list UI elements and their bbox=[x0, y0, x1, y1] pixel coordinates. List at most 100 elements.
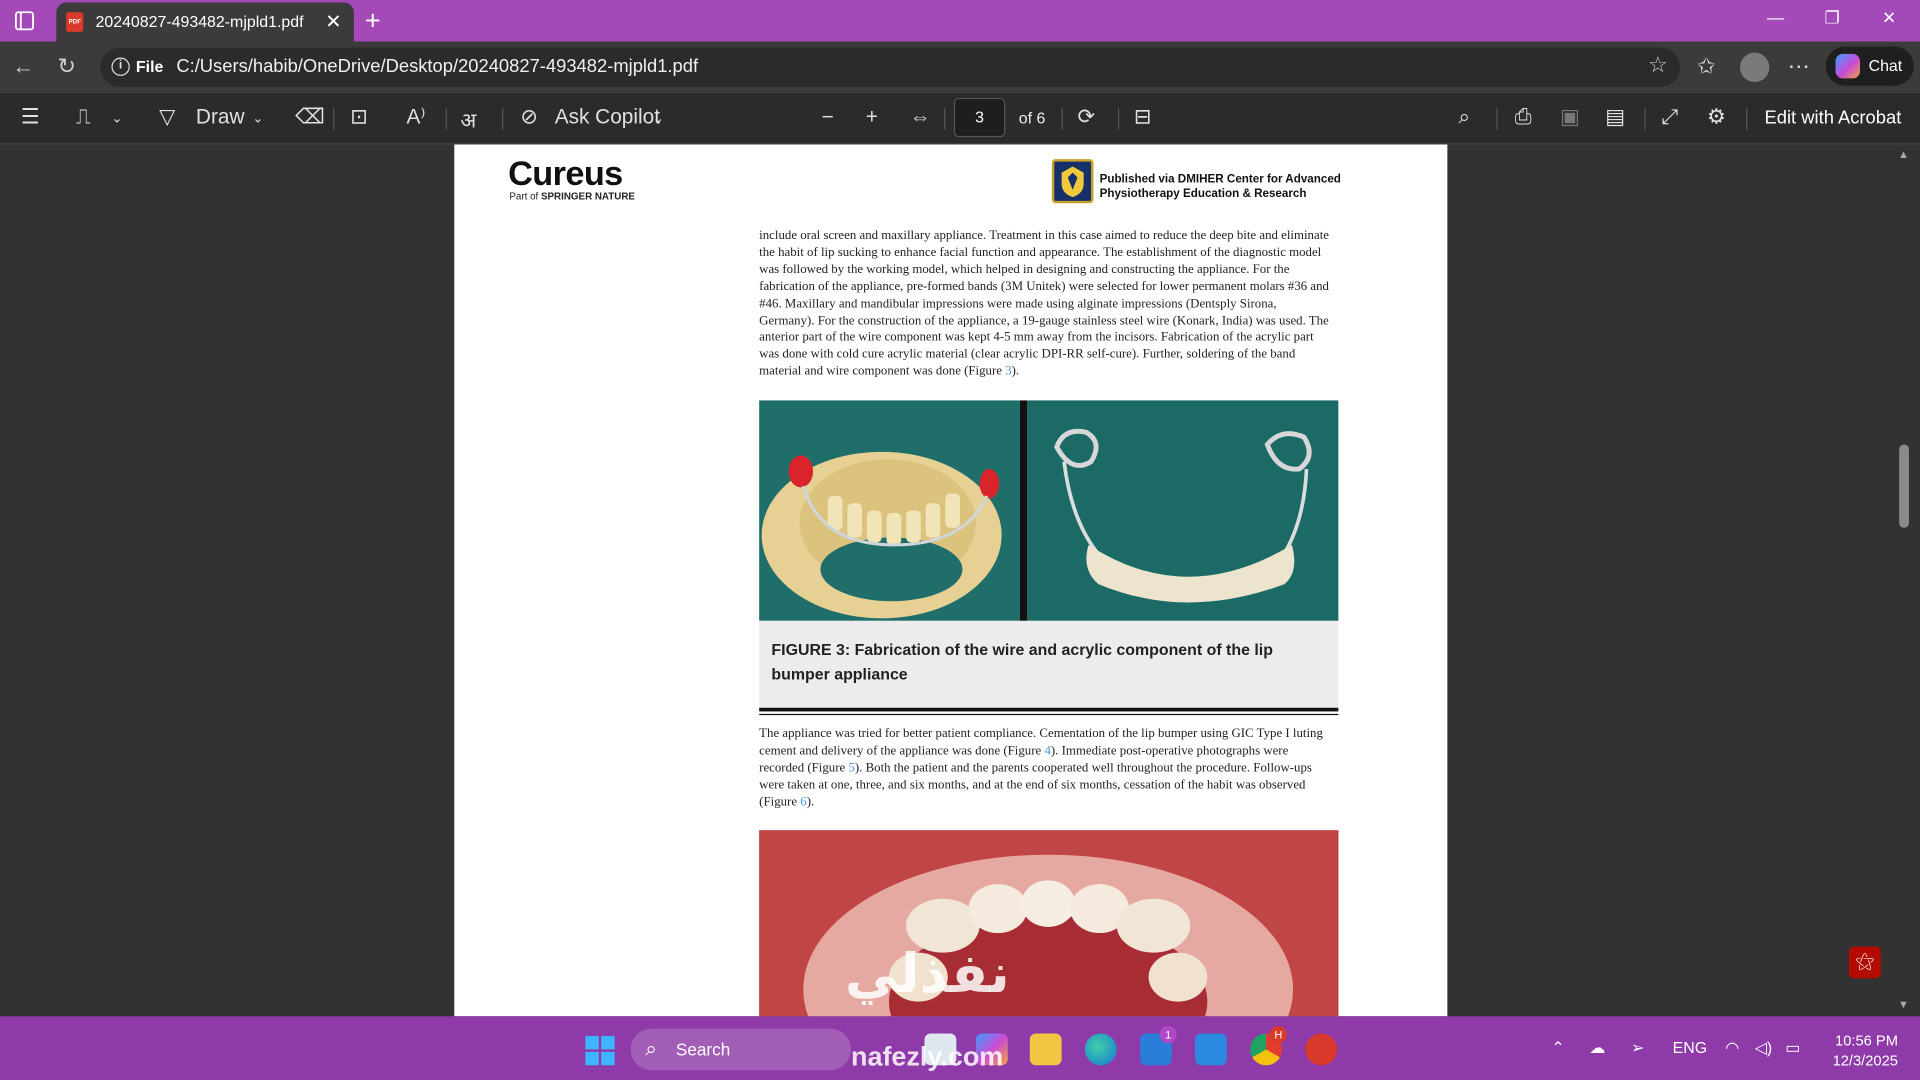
info-icon[interactable]: i bbox=[111, 57, 130, 76]
print-icon[interactable]: ⎙ bbox=[1515, 105, 1532, 129]
save-as-icon[interactable]: ▤ bbox=[1605, 105, 1625, 129]
edit-with-acrobat-button[interactable]: Edit with Acrobat bbox=[1764, 108, 1901, 129]
toolbar-divider bbox=[1746, 107, 1748, 130]
vscode-icon[interactable] bbox=[1195, 1033, 1227, 1066]
scroll-up-arrow-icon[interactable]: ▲ bbox=[1898, 148, 1909, 160]
store-icon[interactable]: 1 bbox=[1140, 1026, 1177, 1066]
page-view-icon[interactable]: ⊟ bbox=[1134, 105, 1151, 129]
dmiher-crest-logo bbox=[1051, 159, 1094, 204]
system-clock[interactable]: 10:56 PM 12/3/2025 bbox=[1820, 1031, 1898, 1070]
ask-copilot-chevron-icon[interactable]: ⌄ bbox=[653, 110, 664, 126]
para1-end: ). bbox=[1011, 365, 1020, 379]
para1-text: include oral screen and maxillary applia… bbox=[759, 228, 1329, 379]
address-row: ← ↻ i File C:/Users/habib/OneDrive/Deskt… bbox=[0, 41, 1920, 94]
clock-time: 10:56 PM bbox=[1835, 1032, 1898, 1050]
show-hidden-icons-chevron[interactable]: ⌃ bbox=[1551, 1038, 1564, 1058]
back-button[interactable]: ← bbox=[12, 54, 34, 80]
pdf-file-icon: PDF bbox=[66, 12, 84, 32]
taskbar-search[interactable]: ⌕ Search bbox=[630, 1028, 852, 1071]
dental-cast-photo bbox=[759, 400, 1021, 621]
draw-chevron-icon[interactable]: ⌄ bbox=[252, 110, 263, 126]
url-text[interactable]: C:/Users/habib/OneDrive/Desktop/20240827… bbox=[176, 56, 698, 77]
tab-title: 20240827-493482-mjpld1.pdf bbox=[95, 12, 304, 31]
copilot-icon bbox=[1835, 53, 1861, 79]
pdf-viewer[interactable]: Cureus Part of SPRINGER NATURE Published… bbox=[0, 144, 1920, 1017]
toolbar-divider bbox=[1496, 107, 1498, 130]
edge-browser-icon[interactable] bbox=[1084, 1033, 1117, 1066]
language-indicator[interactable]: ENG bbox=[1673, 1038, 1707, 1056]
url-scheme: File bbox=[135, 57, 164, 76]
close-tab-icon[interactable]: ✕ bbox=[325, 10, 341, 34]
nafezly-watermark-url: nafezly.com bbox=[851, 1040, 1004, 1072]
read-aloud-icon[interactable]: A⁾ bbox=[407, 105, 426, 129]
contents-icon[interactable]: ☰ bbox=[21, 105, 40, 129]
highlight-chevron-icon[interactable]: ⌄ bbox=[111, 110, 122, 126]
clock-date: 12/3/2025 bbox=[1832, 1051, 1898, 1069]
search-icon: ⌕ bbox=[645, 1037, 657, 1061]
address-bar[interactable]: i File C:/Users/habib/OneDrive/Desktop/2… bbox=[100, 47, 1681, 87]
favorites-icon[interactable]: ✩ bbox=[1697, 54, 1715, 80]
page-count: of 6 bbox=[1018, 108, 1046, 128]
springer-nature-label: Part of SPRINGER NATURE bbox=[509, 191, 635, 202]
toolbar-divider bbox=[1644, 107, 1646, 130]
powerpoint-icon[interactable] bbox=[1305, 1033, 1338, 1066]
refresh-button[interactable]: ↻ bbox=[58, 54, 76, 80]
copilot-chat-button[interactable]: Chat bbox=[1825, 46, 1914, 86]
body-paragraph-2: The appliance was tried for better patie… bbox=[759, 726, 1332, 811]
tab-actions-button[interactable] bbox=[10, 9, 39, 33]
highlight-icon[interactable]: ⎍ bbox=[76, 105, 91, 129]
chat-label: Chat bbox=[1868, 56, 1903, 75]
figure-3-image bbox=[759, 400, 1339, 621]
favorite-star-icon[interactable]: ☆ bbox=[1648, 53, 1668, 79]
zoom-in-icon[interactable]: + bbox=[866, 105, 878, 129]
volume-icon[interactable]: ◁) bbox=[1755, 1038, 1773, 1058]
start-button[interactable] bbox=[585, 1035, 615, 1066]
fullscreen-icon[interactable]: ⤢ bbox=[1662, 105, 1679, 129]
vertical-scrollbar[interactable] bbox=[1896, 144, 1913, 1016]
save-icon[interactable]: ▣ bbox=[1560, 105, 1580, 129]
eraser-icon[interactable]: ⌫ bbox=[295, 105, 324, 129]
caption-rule-thin bbox=[759, 713, 1339, 716]
chrome-icon[interactable]: H bbox=[1250, 1026, 1287, 1066]
file-explorer-icon[interactable] bbox=[1029, 1033, 1062, 1066]
caption-rule bbox=[759, 707, 1339, 712]
springer-prefix: Part of bbox=[509, 191, 541, 203]
new-tab-button[interactable]: + bbox=[365, 5, 381, 37]
scrollbar-thumb[interactable] bbox=[1899, 444, 1909, 528]
zoom-out-icon[interactable]: − bbox=[822, 105, 834, 129]
battery-icon[interactable]: ▭ bbox=[1785, 1038, 1800, 1058]
toolbar-divider bbox=[944, 107, 946, 130]
location-icon[interactable]: ➢ bbox=[1631, 1038, 1644, 1058]
springer-brand: SPRINGER NATURE bbox=[540, 191, 635, 203]
minimize-button[interactable]: — bbox=[1767, 7, 1784, 27]
toolbar-divider bbox=[1117, 107, 1120, 130]
onedrive-cloud-icon[interactable]: ☁ bbox=[1589, 1038, 1605, 1058]
para2-text-d: ). bbox=[806, 795, 815, 809]
settings-gear-icon[interactable]: ⚙ bbox=[1707, 105, 1726, 129]
draw-button[interactable]: Draw bbox=[196, 105, 245, 129]
page-number-input[interactable]: 3 bbox=[953, 97, 1006, 138]
acrobat-icon[interactable]: ⚝ bbox=[1848, 946, 1881, 979]
rotate-icon[interactable]: ⟳ bbox=[1078, 105, 1095, 129]
search-icon[interactable]: ⌕ bbox=[1458, 105, 1470, 129]
tab-active[interactable]: PDF 20240827-493482-mjpld1.pdf ✕ bbox=[56, 2, 354, 42]
ask-copilot-icon[interactable]: ⊘ bbox=[520, 105, 537, 129]
fit-width-icon[interactable]: ⇔ bbox=[910, 105, 931, 129]
text-box-icon[interactable]: ⊡ bbox=[350, 105, 367, 129]
restore-button[interactable]: ❐ bbox=[1824, 7, 1839, 28]
toolbar-divider bbox=[333, 107, 335, 130]
ask-copilot-button[interactable]: Ask Copilot bbox=[555, 105, 660, 129]
scroll-down-arrow-icon[interactable]: ▼ bbox=[1898, 998, 1909, 1010]
toolbar-divider bbox=[445, 107, 447, 130]
more-menu-icon[interactable]: ⋯ bbox=[1788, 54, 1810, 80]
publisher-line-2: Physiotherapy Education & Research bbox=[1099, 187, 1307, 201]
translate-icon[interactable]: अ bbox=[460, 105, 476, 133]
draw-icon[interactable]: ▽ bbox=[159, 105, 175, 129]
figure-3-caption: FIGURE 3: Fabrication of the wire and ac… bbox=[771, 640, 1273, 684]
profile-avatar[interactable] bbox=[1740, 52, 1770, 83]
wifi-icon[interactable]: ◠ bbox=[1725, 1038, 1739, 1058]
body-paragraph-1: include oral screen and maxillary applia… bbox=[759, 228, 1332, 381]
lip-bumper-appliance-photo bbox=[1027, 400, 1339, 621]
toolbar-divider bbox=[502, 107, 504, 130]
close-window-button[interactable]: ✕ bbox=[1882, 7, 1896, 28]
